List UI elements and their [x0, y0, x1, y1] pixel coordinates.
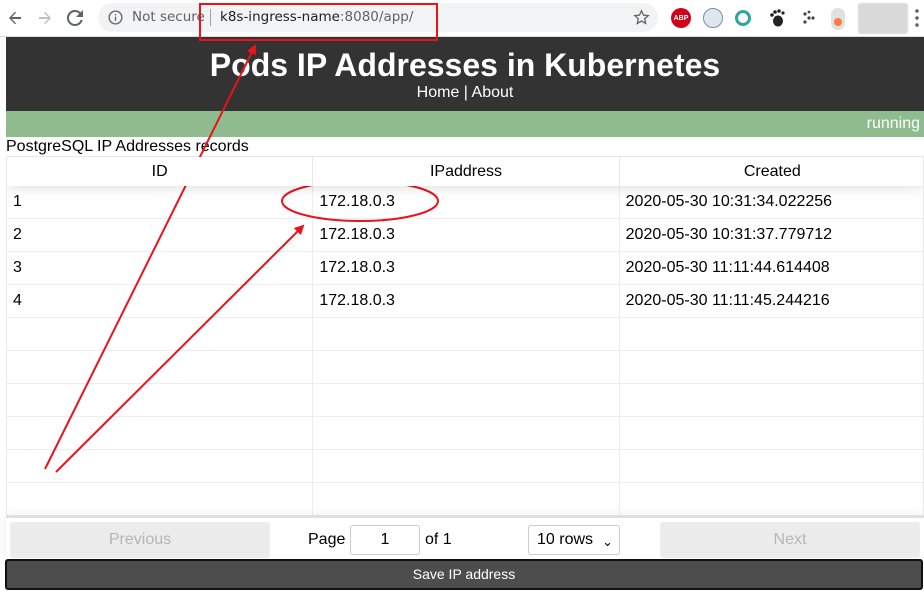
previous-button[interactable]: Previous — [10, 522, 270, 558]
chevron-down-icon: ⌄ — [602, 534, 613, 549]
empty-cell — [7, 483, 314, 515]
empty-cell — [620, 483, 923, 515]
page-label: Page — [308, 531, 346, 548]
empty-row — [7, 450, 923, 483]
gnome-foot-icon[interactable] — [767, 8, 787, 28]
column-header-id[interactable]: ID — [7, 157, 314, 186]
extension-toggle-icon[interactable] — [831, 8, 845, 30]
back-button[interactable] — [4, 7, 26, 29]
page-title: Pods IP Addresses in Kubernetes — [209, 47, 721, 83]
next-button[interactable]: Next — [660, 522, 920, 558]
security-label: Not secure — [132, 9, 205, 25]
compass-needle-icon — [711, 13, 715, 23]
page-header: Pods IP Addresses in Kubernetes Home | A… — [6, 37, 924, 111]
rows-per-page-select[interactable]: 10 rows ⌄ — [528, 525, 620, 555]
empty-cell — [7, 450, 314, 482]
empty-cell — [7, 417, 314, 449]
screen: Not secure k8s-ingress-name:8080/app/ AB… — [0, 0, 924, 595]
cell-id: 1 — [7, 186, 314, 218]
table-body: 1 172.18.0.3 2020-05-30 10:31:34.022256 … — [7, 186, 923, 515]
rows-select-value: 10 rows — [537, 531, 594, 548]
status-bar: running — [6, 111, 924, 137]
table-row: 3 172.18.0.3 2020-05-30 11:11:44.614408 — [7, 252, 923, 285]
profile-avatar[interactable] — [858, 3, 908, 34]
empty-row — [7, 483, 923, 515]
bookmark-star-icon[interactable] — [633, 9, 650, 26]
table-row: 2 172.18.0.3 2020-05-30 10:31:37.779712 — [7, 219, 923, 252]
address-bar[interactable]: Not secure k8s-ingress-name:8080/app/ — [98, 3, 658, 32]
arrow-left-icon — [9, 11, 21, 25]
table-header: ID IPaddress Created — [7, 157, 923, 186]
adblock-plus-icon[interactable]: ABP — [671, 8, 691, 28]
dotted-arrows-icon — [803, 10, 815, 24]
empty-cell — [620, 417, 923, 449]
page-nav: Home | About — [6, 83, 924, 103]
nav-about-link[interactable]: About — [472, 84, 514, 101]
reload-icon — [67, 10, 83, 26]
pagination-bar: Previous Page of 1 10 rows ⌄ Next — [6, 516, 924, 560]
column-header-created[interactable]: Created — [620, 157, 923, 186]
extension-ring-icon[interactable] — [735, 10, 751, 26]
forward-button[interactable] — [34, 7, 56, 29]
empty-row — [7, 318, 923, 351]
extension-arrows-icon[interactable] — [799, 8, 819, 28]
save-ip-address-button[interactable]: Save IP address — [5, 559, 923, 590]
empty-cell — [313, 450, 620, 482]
empty-cell — [620, 351, 923, 383]
kebab-menu-icon[interactable] — [914, 8, 920, 28]
cell-id: 2 — [7, 219, 314, 251]
page-count: of 1 — [425, 531, 452, 548]
table-row: 4 172.18.0.3 2020-05-30 11:11:45.244216 — [7, 285, 923, 318]
cell-id: 3 — [7, 252, 314, 284]
arrow-right-icon — [39, 11, 51, 25]
info-icon[interactable] — [108, 10, 123, 25]
records-table: ID IPaddress Created 1 172.18.0.3 2020-0… — [6, 156, 924, 516]
empty-cell — [7, 318, 314, 350]
empty-cell — [313, 318, 620, 350]
cell-id: 4 — [7, 285, 314, 317]
cell-created: 2020-05-30 11:11:45.244216 — [625, 292, 830, 309]
empty-cell — [313, 351, 620, 383]
empty-cell — [313, 483, 620, 515]
section-title: PostgreSQL IP Addresses records — [6, 138, 249, 155]
reload-button[interactable] — [64, 7, 86, 29]
cell-created: 2020-05-30 10:31:34.022256 — [625, 193, 833, 210]
url-host: k8s-ingress-name — [220, 9, 340, 25]
cell-created: 2020-05-30 10:31:37.779712 — [625, 226, 833, 243]
omnibox-divider — [210, 9, 211, 26]
url-path: :8080/app/ — [339, 9, 414, 25]
table-row: 1 172.18.0.3 2020-05-30 10:31:34.022256 — [7, 186, 923, 219]
empty-cell — [620, 318, 923, 350]
empty-row — [7, 351, 923, 384]
extension-compass-icon[interactable] — [703, 8, 723, 28]
cell-ipaddress: 172.18.0.3 — [313, 186, 620, 218]
empty-cell — [7, 351, 314, 383]
nav-separator: | — [459, 84, 472, 101]
adblock-label: ABP — [673, 14, 689, 22]
empty-row — [7, 417, 923, 450]
empty-cell — [620, 384, 923, 416]
empty-cell — [313, 384, 620, 416]
empty-cell — [7, 384, 314, 416]
empty-cell — [620, 450, 923, 482]
foot-icon — [770, 9, 785, 27]
empty-cell — [313, 417, 620, 449]
cell-created: 2020-05-30 11:11:44.614408 — [625, 259, 830, 276]
url-text[interactable]: k8s-ingress-name:8080/app/ — [220, 9, 413, 25]
nav-home-link[interactable]: Home — [417, 84, 460, 101]
empty-row — [7, 384, 923, 417]
browser-toolbar: Not secure k8s-ingress-name:8080/app/ AB… — [0, 0, 924, 37]
status-text: running — [866, 115, 920, 132]
page-number-input[interactable] — [350, 525, 420, 555]
cell-ipaddress: 172.18.0.3 — [313, 219, 620, 251]
cell-ipaddress: 172.18.0.3 — [313, 285, 620, 317]
column-header-ipaddress[interactable]: IPaddress — [313, 157, 620, 186]
cell-ipaddress: 172.18.0.3 — [313, 252, 620, 284]
